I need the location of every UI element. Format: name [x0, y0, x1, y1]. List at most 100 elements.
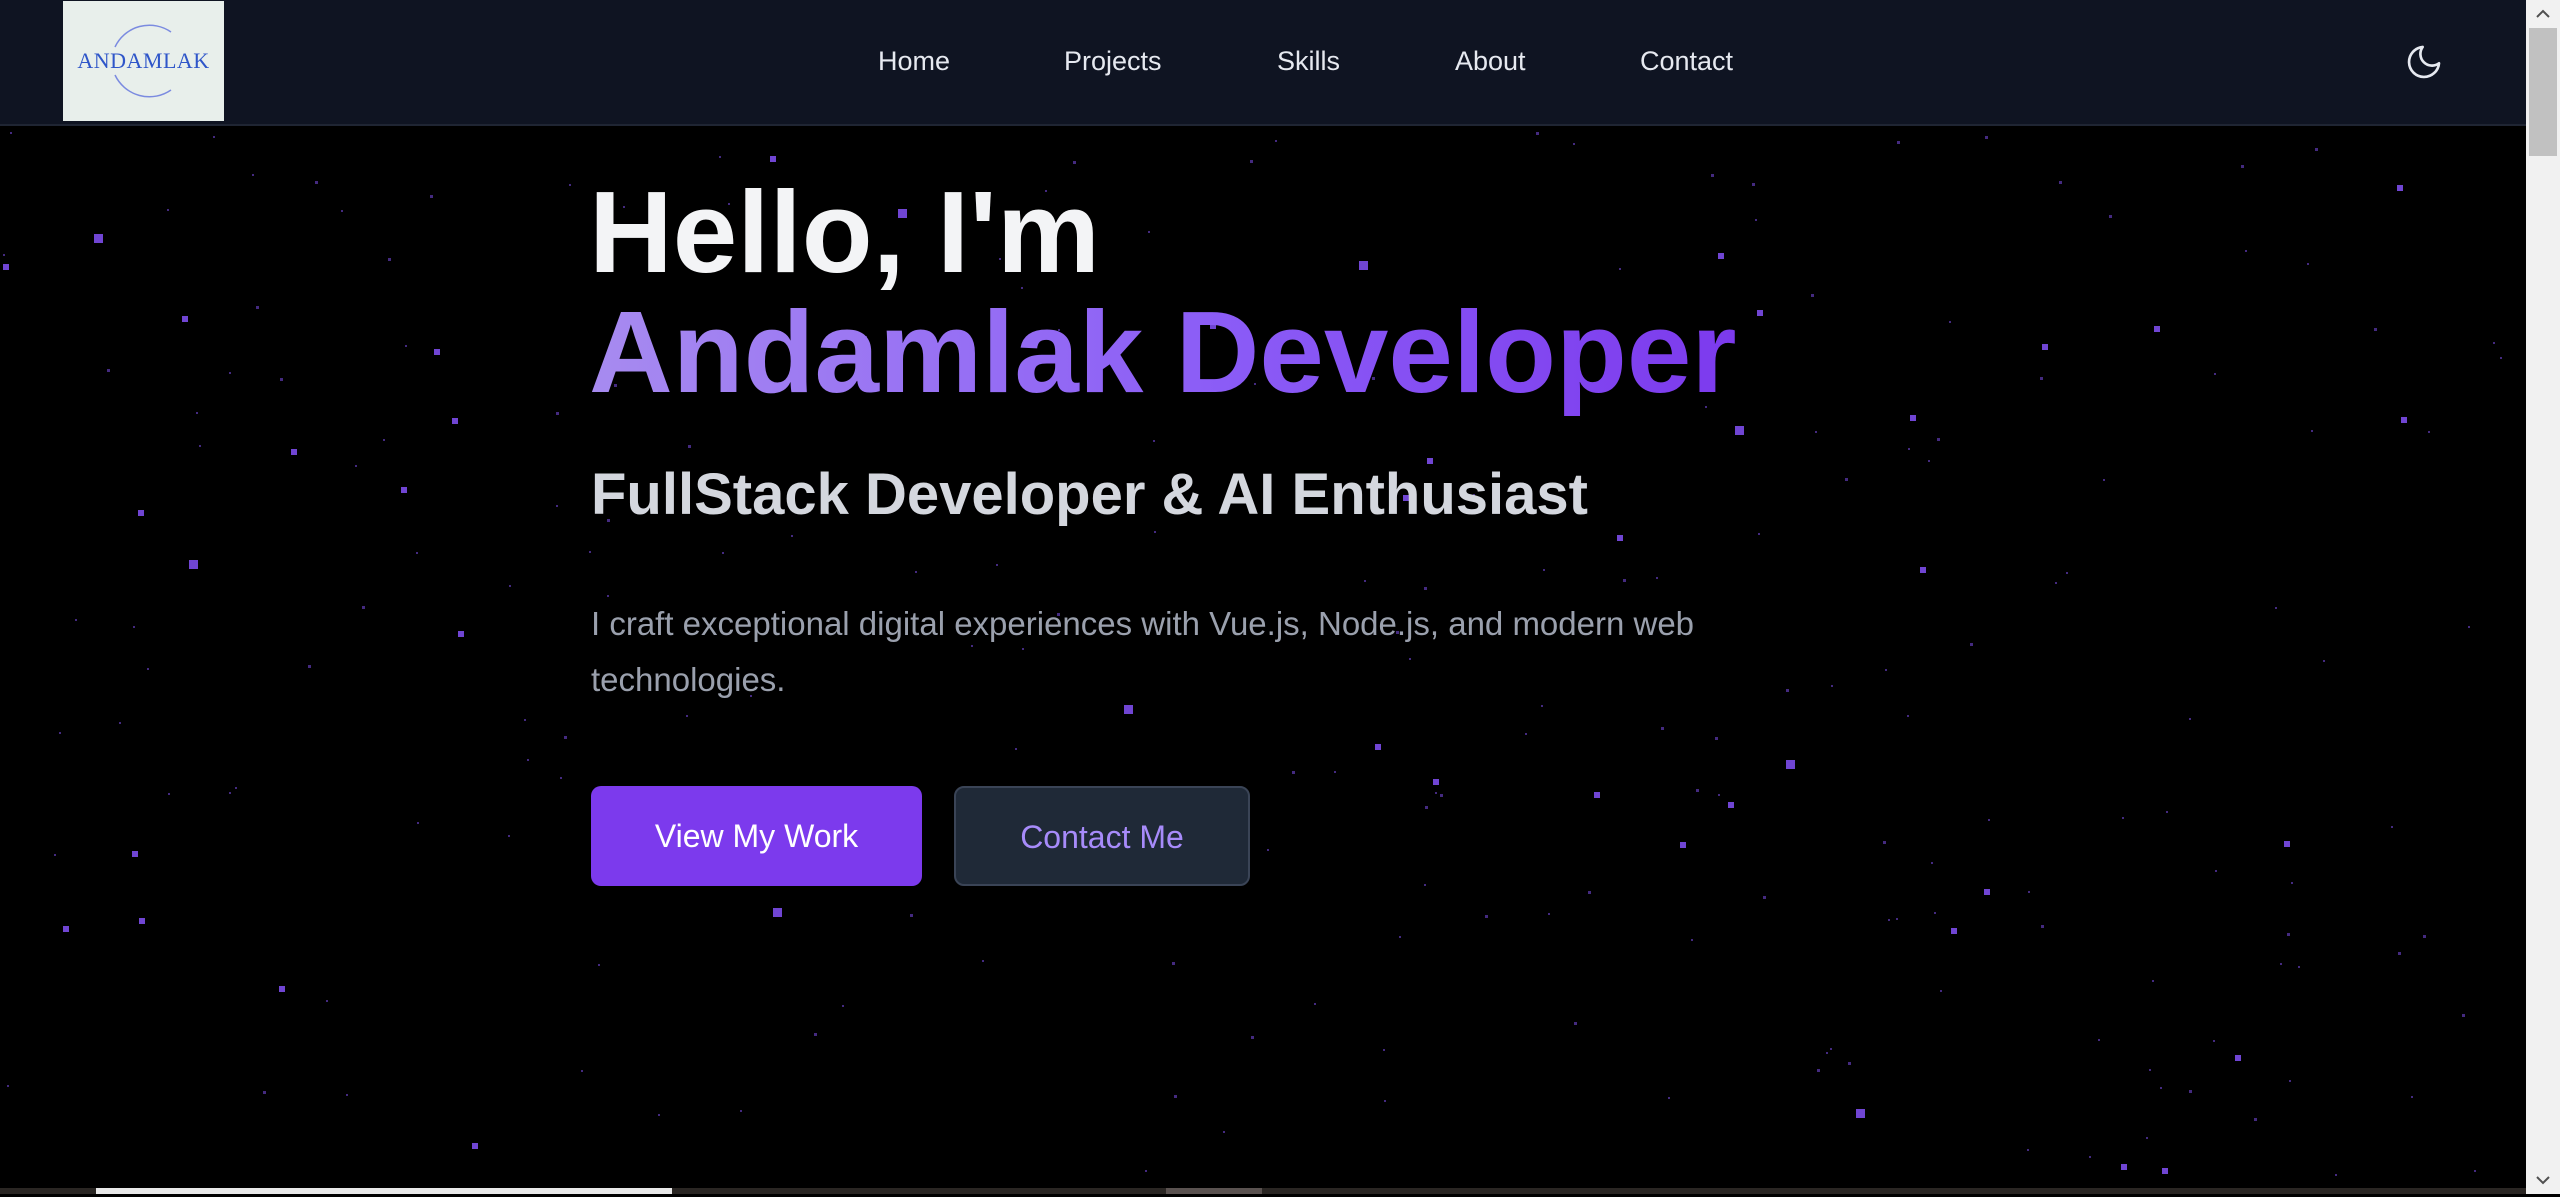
star	[263, 1091, 266, 1094]
star	[3, 254, 5, 256]
star	[2121, 1164, 2127, 1170]
nav-contact[interactable]: Contact	[1640, 44, 1733, 78]
star	[1588, 891, 1591, 894]
star	[167, 209, 169, 211]
star	[189, 560, 198, 569]
star	[1691, 939, 1693, 941]
star	[1928, 460, 1930, 462]
star	[564, 736, 567, 739]
vertical-scrollbar-thumb[interactable]	[2529, 28, 2557, 156]
star	[2462, 1014, 2465, 1017]
star	[1525, 733, 1527, 735]
star	[1758, 533, 1760, 535]
star	[722, 552, 724, 554]
star	[1073, 161, 1076, 164]
star	[556, 505, 558, 507]
star	[2089, 1156, 2091, 1158]
star	[472, 1143, 478, 1149]
star	[1617, 535, 1623, 541]
star	[2162, 1168, 2168, 1174]
star	[1148, 231, 1150, 233]
hero-description: I craft exceptional digital experiences …	[591, 605, 1695, 698]
star	[524, 719, 526, 721]
star	[326, 1000, 328, 1002]
star	[2254, 1118, 2257, 1121]
star	[1015, 748, 1017, 750]
star	[1711, 174, 1714, 177]
scroll-down-arrow-icon[interactable]	[2526, 1168, 2560, 1192]
star	[1656, 577, 1658, 579]
nav-about[interactable]: About	[1455, 44, 1526, 78]
star	[1755, 219, 1757, 221]
star	[2152, 980, 2154, 982]
star	[2146, 1137, 2148, 1139]
star	[119, 722, 121, 724]
horizontal-scrollbar-track-mark	[1166, 1188, 1262, 1194]
star	[2041, 925, 2044, 928]
star	[1984, 889, 1990, 895]
view-my-work-button[interactable]: View My Work	[591, 786, 922, 886]
star	[2042, 344, 2048, 350]
scroll-up-arrow-icon[interactable]	[2526, 2, 2560, 26]
vertical-scrollbar[interactable]	[2526, 0, 2560, 1194]
star	[1985, 136, 1988, 139]
star	[346, 1094, 348, 1096]
star	[1931, 862, 1933, 864]
star	[1661, 727, 1664, 730]
star	[598, 964, 600, 966]
star	[2391, 826, 2393, 828]
star	[1811, 294, 1814, 297]
horizontal-scrollbar-thumb[interactable]	[96, 1188, 672, 1194]
star	[1153, 440, 1155, 442]
star	[182, 316, 188, 322]
star	[1735, 426, 1744, 435]
star	[842, 1005, 844, 1007]
star	[1573, 143, 1575, 145]
star	[10, 132, 12, 134]
theme-toggle-button[interactable]	[2404, 42, 2444, 82]
star	[279, 986, 285, 992]
star	[1845, 478, 1848, 481]
star	[1920, 567, 1926, 573]
star	[1154, 531, 1156, 533]
star	[1715, 737, 1718, 740]
hero-greeting: Hello, I'm	[589, 167, 1101, 297]
star	[458, 631, 464, 637]
nav-projects[interactable]: Projects	[1064, 44, 1162, 78]
star	[196, 412, 198, 414]
hero-role: FullStack Developer & AI Enthusiast	[591, 462, 1588, 527]
star	[2287, 933, 2290, 936]
star	[2154, 326, 2160, 332]
star	[1696, 789, 1699, 792]
contact-me-button[interactable]: Contact Me	[954, 786, 1250, 886]
star	[1817, 1069, 1820, 1072]
star	[2040, 377, 2043, 380]
star	[1594, 792, 1600, 798]
star	[229, 372, 231, 374]
horizontal-scrollbar[interactable]	[0, 1188, 2526, 1194]
star	[147, 668, 149, 670]
star	[3, 264, 9, 270]
star	[589, 551, 591, 553]
star	[2284, 841, 2290, 847]
nav-home[interactable]: Home	[878, 44, 950, 78]
star	[2280, 963, 2282, 965]
star	[2066, 572, 2068, 574]
star	[509, 585, 511, 587]
nav-skills[interactable]: Skills	[1277, 44, 1340, 78]
star	[1548, 913, 1550, 915]
star	[2166, 811, 2168, 813]
star	[2235, 1055, 2241, 1061]
star	[1888, 919, 1890, 921]
star	[229, 792, 231, 794]
star	[915, 571, 917, 573]
star	[1856, 1109, 1865, 1118]
star	[1433, 779, 1439, 785]
star	[1383, 1049, 1385, 1051]
star	[982, 960, 984, 962]
star	[1940, 990, 1942, 992]
main-nav: Home Projects Skills About Contact	[0, 0, 2526, 124]
star	[2397, 185, 2403, 191]
star	[1334, 771, 1336, 773]
star	[2160, 1087, 2162, 1089]
